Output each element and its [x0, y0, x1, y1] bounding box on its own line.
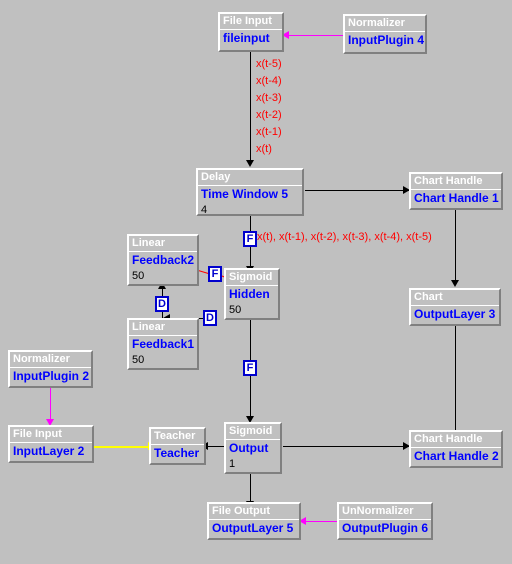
node-fileinput-name: fileinput [223, 31, 270, 45]
node-feedback2-name: Feedback2 [132, 253, 195, 267]
node-feedback1-value: 50 [132, 354, 145, 366]
edge-outputplugin6-to-outputlayer5 [305, 521, 338, 522]
node-outputlayer5[interactable]: File Output OutputLayer 5 [207, 502, 301, 540]
node-inputplugin4-name: InputPlugin 4 [348, 33, 424, 47]
node-outputplugin6-header: UnNormalizer [339, 504, 431, 520]
edge-inputplugin4-to-fileinput [289, 35, 343, 36]
node-delay-name: Time Window 5 [201, 187, 289, 201]
delay-tap-label-5: x(t) [256, 143, 272, 155]
badge-d-hidden[interactable]: D [203, 310, 217, 326]
badge-f-hidden-output[interactable]: F [243, 360, 257, 376]
node-inputplugin2-header: Normalizer [10, 352, 91, 368]
node-inputplugin4-header: Normalizer [345, 16, 425, 32]
node-teacher-name: Teacher [154, 446, 200, 460]
node-teacher[interactable]: Teacher Teacher [149, 427, 206, 465]
node-feedback2[interactable]: Linear Feedback2 50 [127, 234, 199, 286]
node-delay-header: Delay [198, 170, 302, 186]
node-feedback1-header: Linear [129, 320, 197, 336]
node-hidden-name: Hidden [229, 287, 270, 301]
node-delay-value: 4 [201, 204, 208, 216]
node-outputlayer5-header: File Output [209, 504, 299, 520]
delay-tap-label-3: x(t-2) [256, 109, 282, 121]
edge-inputlayer2-to-teacher [94, 446, 154, 448]
arrowhead-outputlayer3-top [451, 280, 459, 287]
node-outputlayer3[interactable]: Chart OutputLayer 3 [409, 288, 501, 326]
node-feedback1[interactable]: Linear Feedback1 50 [127, 318, 199, 370]
node-output-value: 1 [229, 458, 236, 470]
node-feedback2-value: 50 [132, 270, 145, 282]
node-inputlayer2-name: InputLayer 2 [13, 444, 85, 458]
node-inputplugin2-name: InputPlugin 2 [13, 369, 89, 383]
node-fileinput[interactable]: File Input fileinput [218, 12, 284, 52]
edge-output-to-charthandle2 [283, 446, 410, 447]
node-fileinput-header: File Input [220, 14, 282, 30]
node-output-name: Output [229, 441, 269, 455]
node-output-header: Sigmoid [226, 424, 280, 440]
node-outputplugin6[interactable]: UnNormalizer OutputPlugin 6 [337, 502, 433, 540]
node-outputlayer3-name: OutputLayer 3 [414, 307, 496, 321]
node-feedback2-header: Linear [129, 236, 197, 252]
node-outputlayer5-name: OutputLayer 5 [212, 521, 294, 535]
node-charthandle2-header: Chart Handle [411, 432, 501, 448]
badge-f-feedback2[interactable]: F [208, 266, 222, 282]
window-vector-label: x(t), x(t-1), x(t-2), x(t-3), x(t-4), x(… [257, 231, 432, 243]
arrowhead-delay-top [246, 160, 254, 167]
node-charthandle1[interactable]: Chart Handle Chart Handle 1 [409, 172, 503, 210]
delay-tap-label-2: x(t-3) [256, 92, 282, 104]
node-hidden-header: Sigmoid [226, 270, 278, 286]
node-teacher-header: Teacher [151, 429, 204, 445]
node-charthandle2-name: Chart Handle 2 [414, 449, 499, 463]
edge-delay-to-charthandle1 [305, 190, 410, 191]
node-charthandle1-name: Chart Handle 1 [414, 191, 499, 205]
badge-f-delay-hidden[interactable]: F [243, 231, 257, 247]
node-inputlayer2-header: File Input [10, 427, 92, 443]
node-outputlayer3-header: Chart [411, 290, 499, 306]
node-charthandle1-header: Chart Handle [411, 174, 501, 190]
node-charthandle2[interactable]: Chart Handle Chart Handle 2 [409, 430, 503, 468]
node-hidden-value: 50 [229, 304, 242, 316]
edge-output-to-teacher [206, 446, 224, 447]
delay-tap-label-1: x(t-4) [256, 75, 282, 87]
delay-tap-label-0: x(t-5) [256, 58, 282, 70]
node-inputplugin2[interactable]: Normalizer InputPlugin 2 [8, 350, 93, 388]
node-hidden[interactable]: Sigmoid Hidden 50 [224, 268, 280, 320]
edge-charthandle1-to-outputlayer3 [455, 209, 456, 284]
network-diagram-canvas: x(t-5) x(t-4) x(t-3) x(t-2) x(t-1) x(t) … [0, 0, 512, 564]
node-feedback1-name: Feedback1 [132, 337, 195, 351]
node-inputplugin4[interactable]: Normalizer InputPlugin 4 [343, 14, 427, 54]
node-inputlayer2[interactable]: File Input InputLayer 2 [8, 425, 94, 463]
node-delay[interactable]: Delay Time Window 5 4 [196, 168, 304, 216]
node-outputplugin6-name: OutputPlugin 6 [342, 521, 428, 535]
edge-fileinput-to-delay [250, 52, 251, 162]
node-output[interactable]: Sigmoid Output 1 [224, 422, 282, 474]
delay-tap-label-4: x(t-1) [256, 126, 282, 138]
badge-d-feedback2[interactable]: D [155, 296, 169, 312]
edge-charthandle2-to-outputlayer3 [455, 318, 456, 430]
